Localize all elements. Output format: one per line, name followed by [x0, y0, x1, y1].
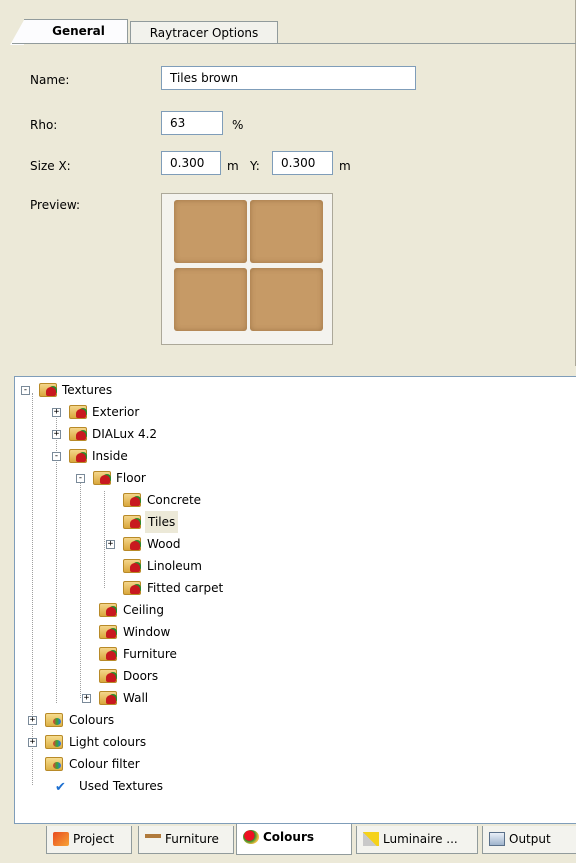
preview-tile [174, 268, 247, 331]
texture-folder-icon [99, 647, 117, 661]
preview-tile [250, 200, 323, 263]
texture-folder-icon [99, 625, 117, 639]
tab-bar: General Raytracer Options [0, 0, 576, 45]
tab-label: Project [73, 832, 115, 846]
colours-icon [243, 830, 259, 844]
tab-general[interactable]: General [10, 19, 128, 45]
tree-node-label: Linoleum [147, 559, 202, 573]
colour-folder-icon [45, 735, 63, 749]
colour-folder-icon [45, 713, 63, 727]
splitter[interactable] [0, 366, 576, 376]
texture-folder-icon [99, 691, 117, 705]
tab-luminaire[interactable]: Luminaire ... [356, 826, 478, 854]
size-y-label: Y: [250, 159, 260, 173]
tab-output[interactable]: Output [482, 826, 576, 854]
size-y-input[interactable]: 0.300 [272, 151, 333, 175]
texture-folder-icon [123, 559, 141, 573]
preview-tile [174, 200, 247, 263]
rho-input[interactable]: 63 [161, 111, 223, 135]
collapse-icon[interactable]: - [76, 474, 85, 483]
tree-node-label: Inside [92, 449, 128, 463]
tree-node-label: DIALux 4.2 [92, 427, 158, 441]
tree-node-label: Doors [123, 669, 159, 683]
tree-node-label: Ceiling [123, 603, 164, 617]
size-x-label: Size X: [30, 159, 71, 173]
tree-node-label: Concrete [147, 493, 202, 507]
tab-label: Luminaire ... [383, 832, 458, 846]
properties-panel: General Raytracer Options Name: Tiles br… [0, 0, 576, 366]
texture-folder-icon [69, 427, 87, 441]
tree-node-label: Colour filter [69, 757, 140, 771]
expand-icon[interactable]: + [106, 540, 115, 549]
tree-node-label: Furniture [123, 647, 177, 661]
name-input[interactable]: Tiles brown [161, 66, 416, 90]
tab-colours[interactable]: Colours [236, 824, 352, 855]
texture-folder-icon [69, 405, 87, 419]
checkmark-icon [53, 777, 71, 799]
tree-node-label: Textures [62, 383, 113, 397]
rho-unit: % [232, 118, 244, 132]
tree-guide-line [104, 491, 105, 588]
furniture-icon [145, 834, 161, 846]
tree-node-label: Fitted carpet [147, 581, 224, 595]
expand-icon[interactable]: + [82, 694, 91, 703]
size-x-unit: m [227, 159, 239, 173]
tree-node-label: Floor [116, 471, 146, 485]
tab-label: Colours [263, 830, 315, 844]
expand-icon[interactable]: + [28, 716, 37, 725]
tree-node-label: Colours [69, 713, 115, 727]
tab-label: Output [509, 832, 551, 846]
tab-raytracer-options[interactable]: Raytracer Options [130, 21, 278, 43]
preview-label: Preview: [30, 198, 81, 212]
texture-folder-icon [99, 603, 117, 617]
texture-folder-icon [123, 493, 141, 507]
texture-folder-icon [123, 515, 141, 529]
texture-tree[interactable]: - Textures + Exterior + DIALux 4.2 - Ins… [14, 376, 576, 824]
tab-divider [12, 43, 576, 44]
tree-node-label: Used Textures [79, 779, 164, 793]
collapse-icon[interactable]: - [21, 386, 30, 395]
tree-node-label: Wall [123, 691, 149, 705]
tree-guide-line [80, 481, 81, 698]
texture-folder-icon [93, 471, 111, 485]
tab-label: Furniture [165, 832, 219, 846]
texture-folder-icon [123, 581, 141, 595]
expand-icon[interactable]: + [28, 738, 37, 747]
texture-folder-icon [99, 669, 117, 683]
preview-tile [250, 268, 323, 331]
luminaire-icon [363, 832, 379, 846]
tab-furniture[interactable]: Furniture [138, 826, 234, 854]
tree-node-label: Window [123, 625, 171, 639]
size-y-unit: m [339, 159, 351, 173]
colour-folder-icon [45, 757, 63, 771]
name-label: Name: [30, 73, 70, 87]
texture-folder-icon [69, 449, 87, 463]
rho-label: Rho: [30, 118, 58, 132]
size-x-input[interactable]: 0.300 [161, 151, 221, 175]
tree-node-label: Wood [147, 537, 181, 551]
tree-node-label: Light colours [69, 735, 147, 749]
tab-project[interactable]: Project [46, 826, 132, 854]
tree-node-label: Exterior [92, 405, 140, 419]
texture-preview [161, 193, 333, 345]
printer-icon [489, 832, 505, 846]
tree-node-label-selected: Tiles [145, 511, 179, 533]
texture-folder-icon [123, 537, 141, 551]
expand-icon[interactable]: + [52, 430, 61, 439]
tree-guide-line [32, 393, 33, 785]
project-icon [53, 832, 69, 846]
bottom-tab-bar: Project Furniture Colours Luminaire ... … [0, 824, 576, 863]
texture-folder-icon [39, 383, 57, 397]
expand-icon[interactable]: + [52, 408, 61, 417]
collapse-icon[interactable]: - [52, 452, 61, 461]
